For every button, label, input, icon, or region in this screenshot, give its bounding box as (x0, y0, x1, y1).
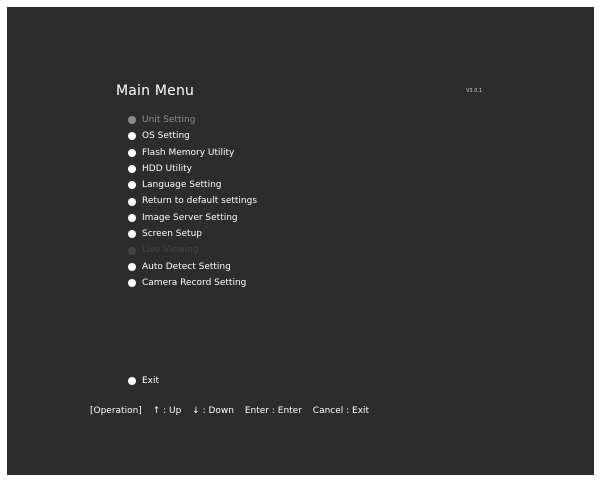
menu-item-auto-detect-setting[interactable]: Auto Detect Setting (128, 259, 257, 275)
help-enter: Enter : Enter (244, 406, 302, 416)
menu-item-label: HDD Utility (142, 163, 192, 174)
menu-item-label: Language Setting (142, 180, 222, 191)
bullet-icon (128, 230, 136, 239)
menu-item-label: Image Server Setting (142, 212, 238, 223)
bullet-icon (128, 132, 136, 141)
menu-item-label: Flash Memory Utility (142, 147, 235, 158)
exit-button[interactable]: Exit (128, 373, 159, 389)
exit-label: Exit (142, 376, 160, 386)
menu-item-label: Unit Setting (142, 115, 196, 125)
help-operation: [Operation] (90, 406, 142, 416)
menu-item-unit-setting[interactable]: Unit Setting (128, 112, 257, 128)
bullet-icon (128, 116, 136, 125)
main-menu-list: Unit Setting OS Setting Flash Memory Uti… (128, 112, 257, 291)
help-cancel: Cancel : Exit (312, 406, 370, 416)
version-label: V3.0.1 (466, 88, 483, 94)
menu-item-screen-setup[interactable]: Screen Setup (128, 226, 257, 242)
menu-item-hdd-utility[interactable]: HDD Utility (128, 161, 257, 177)
menu-item-live-viewing: Live Viewing (128, 242, 257, 258)
menu-item-flash-memory-utility[interactable]: Flash Memory Utility (128, 145, 257, 161)
main-menu-screen: Main Menu V3.0.1 Unit Setting OS Setting… (7, 7, 594, 475)
help-down: ↓ : Down (192, 406, 234, 416)
menu-item-return-to-default[interactable]: Return to default settings (128, 193, 257, 209)
page-title: Main Menu (116, 83, 195, 99)
menu-item-label: Screen Setup (142, 229, 202, 240)
menu-item-label: Camera Record Setting (142, 277, 247, 288)
bullet-icon (128, 181, 136, 190)
operation-help: [Operation] ↑ : Up ↓ : Down Enter : Ente… (90, 406, 377, 416)
menu-item-os-setting[interactable]: OS Setting (128, 128, 257, 144)
menu-item-label: OS Setting (142, 131, 190, 142)
menu-item-camera-record-setting[interactable]: Camera Record Setting (128, 275, 257, 291)
bullet-icon (128, 197, 136, 206)
menu-item-image-server-setting[interactable]: Image Server Setting (128, 210, 257, 226)
bullet-icon (128, 377, 136, 386)
menu-item-label: Live Viewing (142, 245, 199, 256)
bullet-icon (128, 246, 136, 255)
menu-item-language-setting[interactable]: Language Setting (128, 177, 257, 193)
bullet-icon (128, 148, 136, 157)
bullet-icon (128, 165, 136, 174)
bullet-icon (128, 279, 136, 288)
menu-item-label: Auto Detect Setting (142, 261, 231, 272)
menu-item-label: Return to default settings (142, 196, 258, 207)
help-up: ↑ : Up (152, 406, 182, 416)
bullet-icon (128, 213, 136, 222)
bullet-icon (128, 262, 136, 271)
